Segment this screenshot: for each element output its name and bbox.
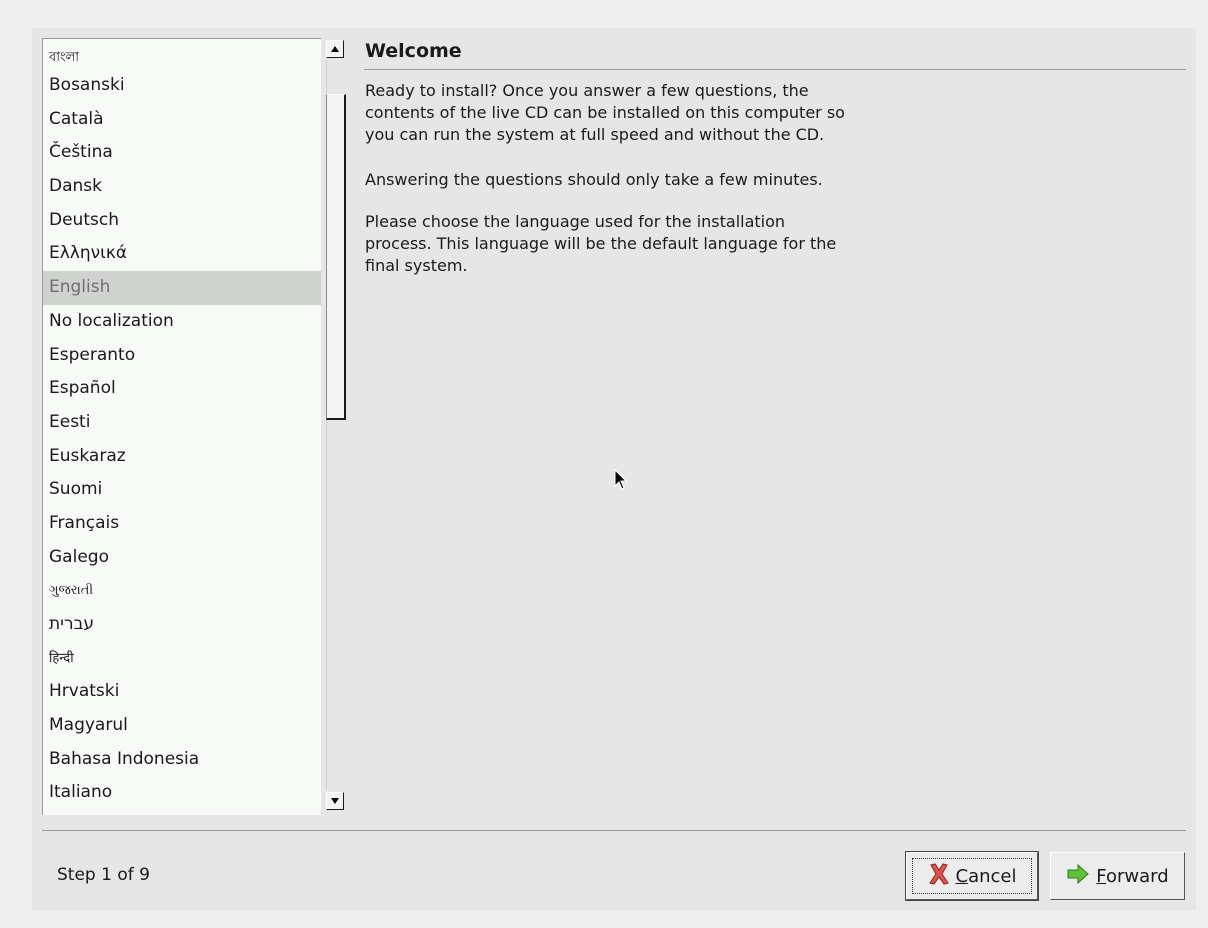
footer-divider	[42, 830, 1186, 831]
scroll-down-button[interactable]	[326, 792, 344, 810]
scroll-up-button[interactable]	[326, 40, 344, 58]
language-instructions-paragraph: Please choose the language used for the …	[365, 212, 837, 275]
title-divider	[364, 69, 1186, 70]
language-list-item[interactable]: עברית	[43, 608, 321, 642]
language-list-item[interactable]: Magyarul	[43, 709, 321, 743]
language-list-item[interactable]: ગુજરાતી	[43, 574, 321, 608]
language-list-item[interactable]: Euskaraz	[43, 440, 321, 474]
mouse-pointer-icon	[614, 469, 628, 490]
language-list-item[interactable]: Bosanski	[43, 69, 321, 103]
language-list-item[interactable]: Català	[43, 103, 321, 137]
language-list-item[interactable]: Čeština	[43, 136, 321, 170]
language-list-item[interactable]: Dansk	[43, 170, 321, 204]
language-list-item[interactable]: Galego	[43, 541, 321, 575]
language-list-item[interactable]: Español	[43, 372, 321, 406]
language-list-item[interactable]: Ελληνικά	[43, 237, 321, 271]
forward-label: Forward	[1096, 865, 1169, 887]
language-list-item[interactable]: Eesti	[43, 406, 321, 440]
arrow-down-icon	[331, 798, 339, 804]
page-title: Welcome	[365, 40, 462, 62]
language-list-item[interactable]: Suomi	[43, 473, 321, 507]
language-list-item[interactable]: हिन्दी	[43, 642, 321, 676]
language-list-item[interactable]: Italiano	[43, 776, 321, 810]
language-list-item[interactable]: No localization	[43, 305, 321, 339]
language-list-item[interactable]: English	[43, 271, 321, 305]
arrow-up-icon	[331, 46, 339, 52]
intro-paragraph: Ready to install? Once you answer a few …	[365, 81, 845, 144]
language-list-item[interactable]: Bahasa Indonesia	[43, 743, 321, 777]
focus-ring	[912, 858, 1032, 894]
cancel-button[interactable]: Cancel	[905, 851, 1039, 901]
forward-button[interactable]: Forward	[1050, 852, 1185, 900]
language-list[interactable]: বাংলা Bosanski Català Čeština Dansk Deutsch Ελ…	[42, 38, 321, 815]
language-list-item[interactable]: বাংলা	[43, 39, 321, 69]
time-paragraph: Answering the questions should only take…	[365, 170, 823, 189]
language-list-item[interactable]: Hrvatski	[43, 675, 321, 709]
scroll-thumb[interactable]	[326, 94, 346, 420]
language-list-item[interactable]: Français	[43, 507, 321, 541]
language-list-item[interactable]: Esperanto	[43, 339, 321, 373]
language-list-scrollbar[interactable]	[324, 38, 346, 814]
step-indicator: Step 1 of 9	[57, 865, 150, 885]
language-list-item[interactable]: Deutsch	[43, 204, 321, 238]
forward-arrow-icon	[1066, 863, 1090, 889]
